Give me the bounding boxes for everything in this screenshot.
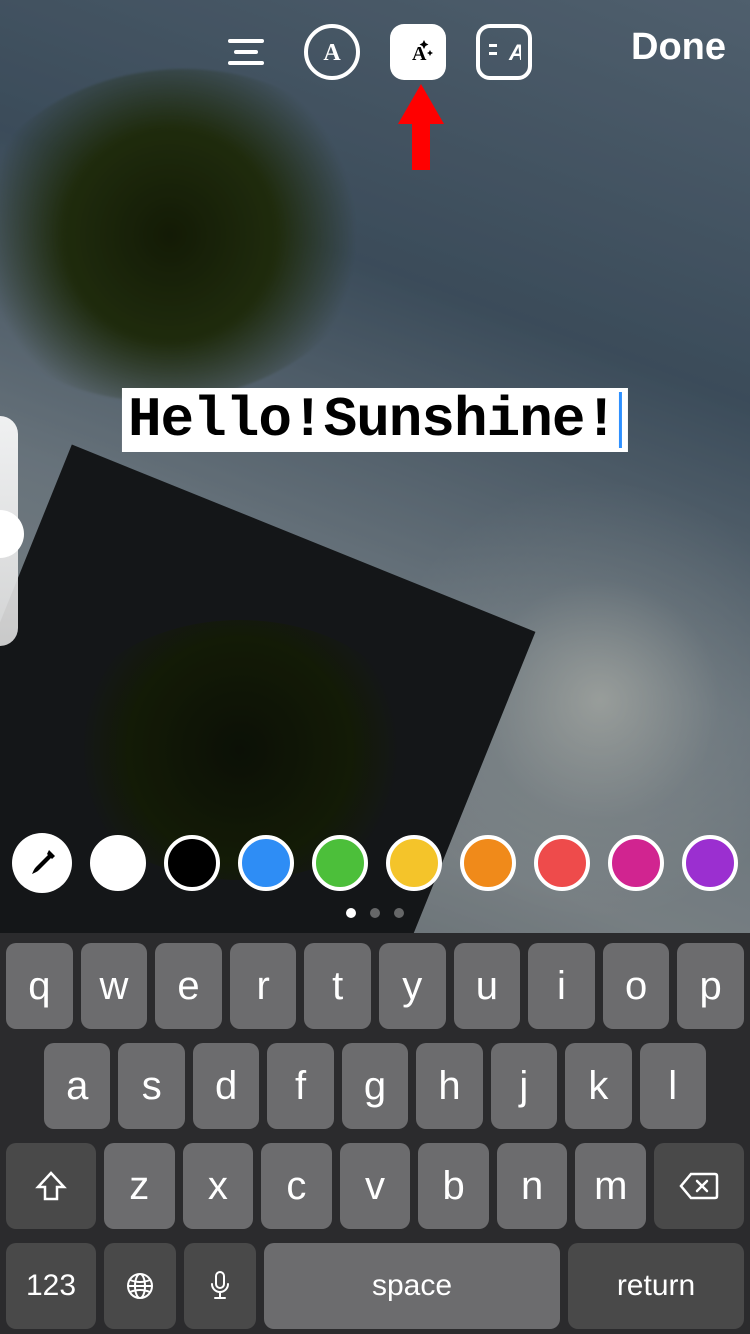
key-v[interactable]: v	[340, 1143, 411, 1229]
key-q[interactable]: q	[6, 943, 73, 1029]
color-swatch-red[interactable]	[534, 835, 590, 891]
key-n[interactable]: n	[497, 1143, 568, 1229]
color-swatch-purple[interactable]	[682, 835, 738, 891]
text-cursor	[619, 392, 622, 448]
key-z[interactable]: z	[104, 1143, 175, 1229]
key-backspace[interactable]	[654, 1143, 744, 1229]
font-style-button[interactable]: A	[304, 24, 360, 80]
key-o[interactable]: o	[603, 943, 670, 1029]
text-align-button[interactable]	[218, 24, 274, 80]
story-text-field[interactable]: Hello!Sunshine!	[122, 388, 628, 452]
key-u[interactable]: u	[454, 943, 521, 1029]
key-globe[interactable]	[104, 1243, 176, 1329]
color-swatch-yellow[interactable]	[386, 835, 442, 891]
text-animation-button[interactable]: A	[476, 24, 532, 80]
key-c[interactable]: c	[261, 1143, 332, 1229]
key-k[interactable]: k	[565, 1043, 631, 1129]
key-shift[interactable]	[6, 1143, 96, 1229]
keyboard-row: q w e r t y u i o p	[6, 943, 744, 1029]
page-dot	[370, 908, 380, 918]
key-x[interactable]: x	[183, 1143, 254, 1229]
key-m[interactable]: m	[575, 1143, 646, 1229]
done-button[interactable]: Done	[631, 26, 726, 69]
color-swatch-blue[interactable]	[238, 835, 294, 891]
keyboard-row: 123 space return	[6, 1243, 744, 1329]
key-d[interactable]: d	[193, 1043, 259, 1129]
key-s[interactable]: s	[118, 1043, 184, 1129]
color-swatch-magenta[interactable]	[608, 835, 664, 891]
page-dot	[394, 908, 404, 918]
key-r[interactable]: r	[230, 943, 297, 1029]
palette-page-dots	[0, 908, 750, 918]
key-b[interactable]: b	[418, 1143, 489, 1229]
story-text-value: Hello!Sunshine!	[128, 388, 617, 452]
key-h[interactable]: h	[416, 1043, 482, 1129]
color-palette	[0, 833, 750, 893]
key-space[interactable]: space	[264, 1243, 560, 1329]
key-j[interactable]: j	[491, 1043, 557, 1129]
key-f[interactable]: f	[267, 1043, 333, 1129]
page-dot	[346, 908, 356, 918]
key-a[interactable]: a	[44, 1043, 110, 1129]
keyboard-row: a s d f g h j k l	[6, 1043, 744, 1129]
key-w[interactable]: w	[81, 943, 148, 1029]
key-return[interactable]: return	[568, 1243, 744, 1329]
key-t[interactable]: t	[304, 943, 371, 1029]
color-picker-button[interactable]	[12, 833, 72, 893]
color-swatch-white[interactable]	[90, 835, 146, 891]
svg-text:A: A	[508, 40, 521, 65]
key-g[interactable]: g	[342, 1043, 408, 1129]
keyboard-row: z x c v b n m	[6, 1143, 744, 1229]
key-i[interactable]: i	[528, 943, 595, 1029]
ios-keyboard: q w e r t y u i o p a s d f g h j k l z …	[0, 933, 750, 1334]
key-p[interactable]: p	[677, 943, 744, 1029]
text-effects-button[interactable]: A	[390, 24, 446, 80]
key-dictation[interactable]	[184, 1243, 256, 1329]
key-e[interactable]: e	[155, 943, 222, 1029]
key-y[interactable]: y	[379, 943, 446, 1029]
svg-text:A: A	[323, 40, 341, 66]
key-numbers[interactable]: 123	[6, 1243, 96, 1329]
color-swatch-black[interactable]	[164, 835, 220, 891]
color-swatch-orange[interactable]	[460, 835, 516, 891]
key-l[interactable]: l	[640, 1043, 706, 1129]
color-swatch-green[interactable]	[312, 835, 368, 891]
